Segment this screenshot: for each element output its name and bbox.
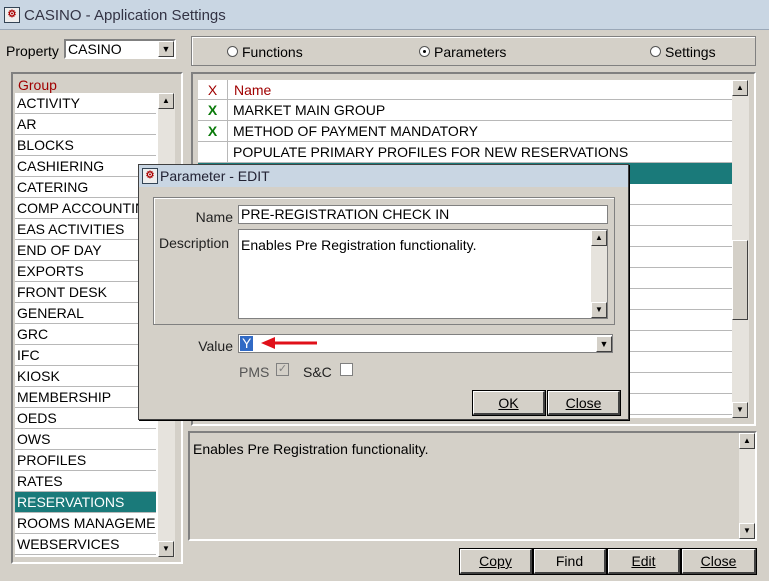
title-bar: ⚙ CASINO - Application Settings	[0, 0, 769, 30]
group-header: Group	[18, 77, 57, 93]
pms-label: PMS	[239, 364, 270, 380]
table-row[interactable]: X MARKET MAIN GROUP	[198, 100, 732, 121]
row-x-cell	[198, 142, 228, 163]
pms-checkbox[interactable]: ✓	[276, 363, 289, 376]
table-row[interactable]: X METHOD OF PAYMENT MANDATORY	[198, 121, 732, 142]
radio-parameters-dot	[419, 46, 430, 57]
name-field[interactable]: PRE-REGISTRATION CHECK IN	[238, 205, 608, 224]
dialog-close-label: Close	[565, 395, 602, 411]
group-item[interactable]: EXPORTS	[15, 261, 156, 282]
close-button[interactable]: Close	[681, 548, 757, 575]
edit-button-label: Edit	[631, 553, 656, 569]
description-scrollbar[interactable]: ▲ ▼	[739, 433, 755, 539]
group-item[interactable]: RATES	[15, 471, 156, 492]
group-item[interactable]: GRC	[15, 324, 156, 345]
parameter-edit-dialog: ⚙ Parameter - EDIT Name PRE-REGISTRATION…	[138, 164, 629, 420]
col-x-header: X	[198, 80, 228, 100]
group-item[interactable]: ROOMS MANAGEMENT	[15, 513, 156, 534]
row-name-cell: MARKET MAIN GROUP	[233, 102, 386, 118]
radio-parameters-label: Parameters	[434, 44, 507, 60]
dialog-close-button[interactable]: Close	[547, 390, 621, 416]
params-header: X Name	[198, 80, 732, 100]
row-name-cell: METHOD OF PAYMENT MANDATORY	[233, 123, 479, 139]
scroll-up-icon[interactable]: ▲	[732, 80, 748, 96]
group-item[interactable]: END OF DAY	[15, 240, 156, 261]
row-x-cell: X	[198, 121, 228, 142]
window-title: CASINO - Application Settings	[24, 7, 226, 24]
chevron-down-icon[interactable]: ▼	[596, 336, 612, 352]
property-select[interactable]: CASINO ▼	[64, 39, 176, 59]
value-label: Value	[198, 338, 233, 354]
dialog-app-icon: ⚙	[142, 168, 158, 184]
name-value: PRE-REGISTRATION CHECK IN	[241, 206, 450, 222]
red-arrow-icon	[261, 337, 317, 349]
radio-functions-dot	[227, 46, 238, 57]
scroll-down-icon[interactable]: ▼	[739, 523, 755, 539]
description-text: Enables Pre Registration functionality.	[193, 441, 429, 457]
table-row[interactable]: POPULATE PRIMARY PROFILES FOR NEW RESERV…	[198, 142, 732, 163]
chevron-down-icon[interactable]: ▼	[158, 41, 174, 57]
row-name-cell: POPULATE PRIMARY PROFILES FOR NEW RESERV…	[233, 144, 629, 160]
group-item[interactable]: WEBSERVICES	[15, 534, 156, 555]
group-item[interactable]: KIOSK	[15, 366, 156, 387]
params-scrollbar[interactable]: ▲ ▼	[732, 80, 749, 418]
scroll-up-icon[interactable]: ▲	[591, 230, 607, 246]
sc-label: S&C	[303, 364, 332, 380]
description-label: Description	[159, 235, 230, 251]
mode-radio-group: Functions Parameters Settings	[191, 36, 756, 66]
description-panel: Enables Pre Registration functionality.	[188, 431, 757, 541]
ok-button-label: OK	[498, 395, 519, 411]
group-item[interactable]: PROFILES	[15, 450, 156, 471]
scroll-up-icon[interactable]: ▲	[158, 93, 174, 109]
scroll-down-icon[interactable]: ▼	[732, 402, 748, 418]
group-item[interactable]: RESERVATIONS	[15, 492, 156, 513]
group-item[interactable]: EAS ACTIVITIES	[15, 219, 156, 240]
find-button[interactable]: Find	[533, 548, 607, 575]
scroll-thumb[interactable]	[732, 240, 748, 320]
copy-button-label: Copy	[479, 553, 512, 569]
group-item[interactable]: FRONT DESK	[15, 282, 156, 303]
radio-settings-dot	[650, 46, 661, 57]
dialog-title: Parameter - EDIT	[160, 168, 270, 184]
copy-button[interactable]: Copy	[459, 548, 533, 575]
row-x-cell: X	[198, 100, 228, 121]
radio-settings-label: Settings	[665, 44, 716, 60]
col-name-header: Name	[234, 82, 272, 98]
group-item[interactable]: MEMBERSHIP	[15, 387, 156, 408]
property-value: CASINO	[68, 41, 122, 57]
value-current: Y	[240, 335, 254, 351]
description-textarea[interactable]: Enables Pre Registration functionality. …	[238, 229, 608, 319]
group-item[interactable]: COMP ACCOUNTING	[15, 198, 156, 219]
group-item[interactable]: CASHIERING	[15, 156, 156, 177]
group-item[interactable]: AR	[15, 114, 156, 135]
group-item[interactable]: CATERING	[15, 177, 156, 198]
group-list[interactable]: ACTIVITY AR BLOCKS CASHIERING CATERING COMP A…	[15, 93, 158, 557]
group-item[interactable]: GENERAL	[15, 303, 156, 324]
radio-functions-label: Functions	[242, 44, 303, 60]
close-button-label: Close	[700, 553, 737, 569]
dialog-title-bar: ⚙ Parameter - EDIT	[139, 165, 628, 187]
group-item[interactable]: OEDS	[15, 408, 156, 429]
sc-checkbox[interactable]	[340, 363, 353, 376]
name-label: Name	[195, 209, 233, 225]
app-icon: ⚙	[4, 7, 20, 23]
group-item[interactable]: ACTIVITY	[15, 93, 156, 114]
find-button-label: Find	[555, 553, 584, 569]
group-item[interactable]: BLOCKS	[15, 135, 156, 156]
scroll-down-icon[interactable]: ▼	[158, 541, 174, 557]
ok-button[interactable]: OK	[472, 390, 546, 416]
description-value: Enables Pre Registration functionality.	[241, 237, 477, 253]
scroll-up-icon[interactable]: ▲	[739, 433, 755, 449]
group-item[interactable]: OWS	[15, 429, 156, 450]
property-label: Property	[6, 43, 59, 59]
edit-button[interactable]: Edit	[607, 548, 681, 575]
desc-scrollbar[interactable]: ▲ ▼	[591, 230, 607, 318]
group-item[interactable]: IFC	[15, 345, 156, 366]
scroll-down-icon[interactable]: ▼	[591, 302, 607, 318]
